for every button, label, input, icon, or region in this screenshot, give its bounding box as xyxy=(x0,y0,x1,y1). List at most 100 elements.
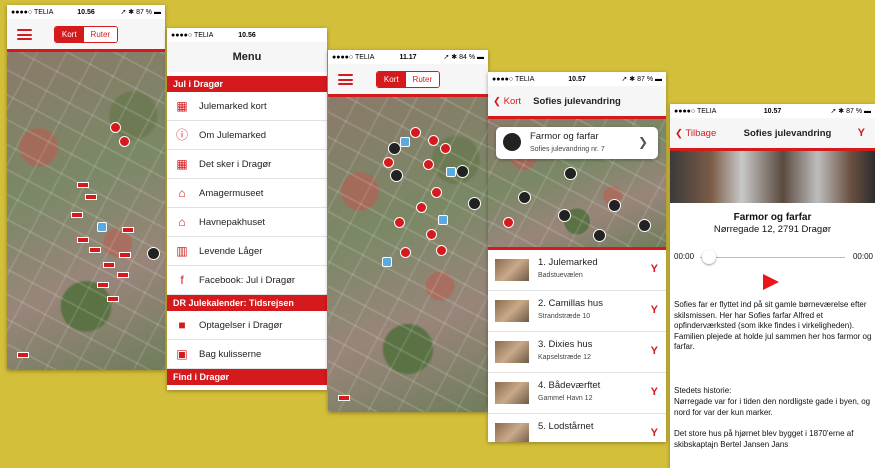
map-pin[interactable] xyxy=(503,217,514,228)
map-pin-camera[interactable] xyxy=(468,197,481,210)
tab-kort[interactable]: Kort xyxy=(376,71,406,87)
phone-map-zoomed-screen: ●●●●○ TELIA 11.17 ➚ ✱ 84 % ▬ Kort Ruter xyxy=(328,50,488,412)
nav-bar: ❮ Tilbage Sofies julevandring Y xyxy=(670,118,875,151)
thumbnail xyxy=(495,382,529,404)
map-pin-blue[interactable] xyxy=(446,167,456,177)
map-pin-camera[interactable] xyxy=(456,165,469,178)
route-arrow-icon[interactable]: Y xyxy=(858,127,865,139)
menu-item-levende-laager[interactable]: ▥ Levende Låger xyxy=(167,237,327,266)
route-arrow-icon[interactable]: Y xyxy=(651,304,658,316)
menu-item-det-sker[interactable]: ▦ Det sker i Dragør xyxy=(167,150,327,179)
carrier-label: ●●●●○ TELIA xyxy=(492,75,535,83)
map-pin[interactable] xyxy=(410,127,421,138)
map-marker[interactable] xyxy=(117,272,129,278)
map-marker[interactable] xyxy=(119,252,131,258)
map-pin[interactable] xyxy=(426,229,437,240)
time-elapsed: 00:00 xyxy=(674,252,695,261)
info-icon: ⓘ xyxy=(176,128,189,142)
map-callout[interactable]: Farmor og farfar Sofies julevandring nr.… xyxy=(496,127,658,159)
map-pin[interactable] xyxy=(423,159,434,170)
map-pin[interactable] xyxy=(394,217,405,228)
map-marker[interactable] xyxy=(71,212,83,218)
map-pin-blue[interactable] xyxy=(97,222,107,232)
map-pin-camera[interactable] xyxy=(558,209,571,222)
route-title: Sofies julevandring xyxy=(533,95,621,107)
audio-player: 00:00 00:00 xyxy=(670,248,875,290)
list-item[interactable]: 3. Dixies hus Kapselstræde 12 Y xyxy=(488,332,666,373)
map-marker[interactable] xyxy=(85,194,97,200)
carrier-label: ●●●●○ TELIA xyxy=(171,31,214,39)
map-pin-blue[interactable] xyxy=(400,137,410,147)
menu-item-amagermuseet[interactable]: ⌂ Amagermuseet xyxy=(167,179,327,208)
play-icon[interactable] xyxy=(763,274,779,290)
back-button[interactable]: ❮ Tilbage xyxy=(675,128,716,139)
map-marker[interactable] xyxy=(89,247,101,253)
tab-kort[interactable]: Kort xyxy=(54,26,84,42)
hamburger-menu-icon[interactable] xyxy=(17,29,32,40)
map-pin-camera[interactable] xyxy=(390,169,403,182)
detail-heading: Farmor og farfar xyxy=(733,212,812,223)
list-item-title: 2. Camillas hus xyxy=(538,298,603,309)
progress-handle[interactable] xyxy=(702,250,716,264)
map-pin[interactable] xyxy=(440,143,451,154)
route-arrow-icon[interactable]: Y xyxy=(651,345,658,357)
map-pin-camera[interactable] xyxy=(147,247,160,260)
map-pin-blue[interactable] xyxy=(382,257,392,267)
list-item[interactable]: 2. Camillas hus Strandstræde 10 Y xyxy=(488,291,666,332)
map-marker[interactable] xyxy=(107,296,119,302)
map-pin-camera[interactable] xyxy=(638,219,651,232)
route-map[interactable]: Farmor og farfar Sofies julevandring nr.… xyxy=(488,119,666,247)
map-pin[interactable] xyxy=(416,202,427,213)
back-button[interactable]: ❮ Kort xyxy=(493,96,521,107)
phone-map-screen: ●●●●○ TELIA 10.56 ➚ ✱ 87 % ▬ Kort Ruter xyxy=(7,5,165,370)
map-view[interactable] xyxy=(7,52,165,370)
map-pin[interactable] xyxy=(119,136,130,147)
hamburger-menu-icon[interactable] xyxy=(338,74,353,85)
menu-item-julemarked-kort[interactable]: ▦ Julemarked kort xyxy=(167,92,327,121)
menu-item-havnepakhuset[interactable]: ⌂ Havnepakhuset xyxy=(167,208,327,237)
status-bar: ●●●●○ TELIA 10.57 ➚ ✱ 87 % ▬ xyxy=(488,72,666,86)
route-arrow-icon[interactable]: Y xyxy=(651,386,658,398)
map-pin[interactable] xyxy=(383,157,394,168)
menu-item-bag-kulisserne[interactable]: ▣ Bag kulisserne xyxy=(167,340,327,369)
map-route-toggle[interactable]: Kort Ruter xyxy=(53,25,119,43)
map-pin-camera[interactable] xyxy=(564,167,577,180)
map-pin-camera[interactable] xyxy=(608,199,621,212)
map-pin-blue[interactable] xyxy=(438,215,448,225)
map-pin[interactable] xyxy=(436,245,447,256)
map-marker[interactable] xyxy=(338,395,350,401)
map-pin[interactable] xyxy=(400,247,411,258)
menu-section-find: Find i Dragør xyxy=(167,369,327,385)
map-marker[interactable] xyxy=(122,227,134,233)
map-view[interactable] xyxy=(328,97,488,412)
list-item[interactable]: 1. Julemarked Badstuevælen Y xyxy=(488,250,666,291)
map-pin-camera[interactable] xyxy=(518,191,531,204)
back-label: Tilbage xyxy=(685,127,717,139)
menu-item-optagelser[interactable]: ■ Optagelser i Dragør xyxy=(167,311,327,340)
list-item-title: 3. Dixies hus xyxy=(538,339,593,350)
map-route-toggle[interactable]: Kort Ruter xyxy=(375,70,441,88)
list-item[interactable]: 5. Lodstårnet Y xyxy=(488,414,666,442)
clock: 10.57 xyxy=(763,107,782,115)
route-arrow-icon[interactable]: Y xyxy=(651,263,658,275)
map-marker[interactable] xyxy=(77,237,89,243)
tab-ruter[interactable]: Ruter xyxy=(405,71,440,87)
clock: 10.56 xyxy=(238,31,256,39)
menu-item-facebook[interactable]: f Facebook: Jul i Dragør xyxy=(167,266,327,295)
chevron-right-icon[interactable]: ❯ xyxy=(638,135,648,149)
clock: 11.17 xyxy=(399,53,417,61)
progress-track[interactable] xyxy=(700,257,845,258)
list-item[interactable]: 4. Bådeværftet Gammel Havn 12 Y xyxy=(488,373,666,414)
map-pin[interactable] xyxy=(431,187,442,198)
map-pin[interactable] xyxy=(428,135,439,146)
map-pin-camera[interactable] xyxy=(593,229,606,242)
map-marker[interactable] xyxy=(97,282,109,288)
menu-item-label: Julemarked kort xyxy=(199,100,267,112)
tab-ruter[interactable]: Ruter xyxy=(83,26,118,42)
menu-item-om-julemarked[interactable]: ⓘ Om Julemarked xyxy=(167,121,327,150)
map-marker[interactable] xyxy=(103,262,115,268)
map-marker[interactable] xyxy=(77,182,89,188)
map-marker[interactable] xyxy=(17,352,29,358)
route-arrow-icon[interactable]: Y xyxy=(651,427,658,439)
map-pin[interactable] xyxy=(110,122,121,133)
